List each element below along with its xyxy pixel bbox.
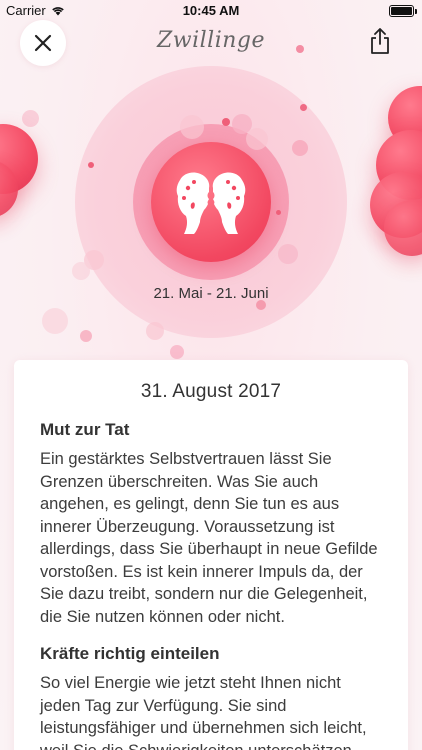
gemini-twins-icon [176, 172, 246, 234]
decor-bubble [300, 104, 307, 111]
section-heading: Kräfte richtig einteilen [40, 644, 220, 663]
decor-bubble [80, 330, 92, 342]
decor-bubble [222, 118, 230, 126]
horoscope-date: 31. August 2017 [140, 381, 282, 402]
decor-bubble [278, 244, 298, 264]
decor-bubble [170, 345, 184, 359]
page-title: Zwillinge [156, 28, 266, 53]
decor-bubble [42, 308, 68, 334]
status-time: 10:45 AM [182, 3, 240, 18]
sign-date-range: 21. Mai - 21. Juni [153, 285, 269, 302]
section-heading: Mut zur Tat [40, 420, 130, 439]
section-text: Ein gestärktes Selbstvertrauen lässt Sie… [40, 450, 378, 626]
share-icon[interactable] [368, 27, 392, 55]
decor-bubble [88, 162, 94, 168]
battery-icon [389, 5, 417, 17]
decor-bubble [292, 140, 308, 156]
decor-bubble [276, 210, 281, 215]
horoscope-section: Kräfte richtig einteilen So viel Energie… [14, 644, 408, 750]
decor-bubble [246, 128, 268, 150]
decor-bubble [22, 110, 39, 127]
horoscope-card: 31. August 2017 Mut zur Tat Ein gestärkt… [14, 360, 408, 750]
section-text: So viel Energie wie jetzt steht Ihnen ni… [40, 674, 367, 750]
decor-bubble [72, 262, 90, 280]
status-bar: Carrier 10:45 AM [0, 0, 422, 22]
horoscope-section: Mut zur Tat Ein gestärktes Selbstvertrau… [14, 420, 408, 628]
decor-bubble [180, 115, 204, 139]
horoscope-screen: 21. Mai - 21. Juni Carrier 10:45 AM Zwil… [0, 0, 422, 750]
decor-bubble [146, 322, 164, 340]
